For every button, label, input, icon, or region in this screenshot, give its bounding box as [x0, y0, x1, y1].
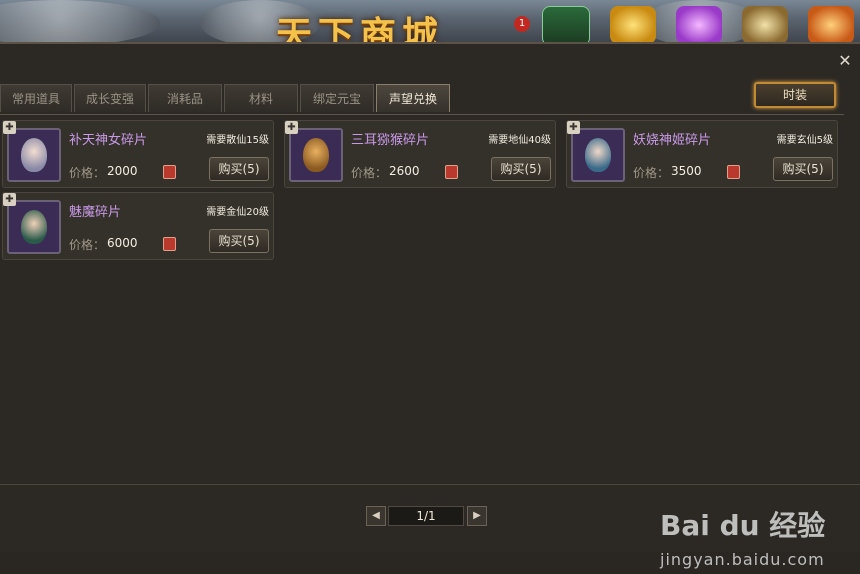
item-portrait[interactable]	[7, 200, 61, 254]
item-portrait[interactable]	[289, 128, 343, 182]
item-requirement: 需要散仙15级	[206, 135, 269, 146]
character-face-icon	[303, 138, 329, 172]
item-name: 魅魔碎片	[69, 205, 122, 220]
gold-ingot-icon[interactable]	[610, 6, 656, 44]
watermark-url: jingyan.baidu.com	[660, 550, 825, 569]
item-portrait[interactable]	[7, 128, 61, 182]
fragment-icon: ✚	[3, 193, 16, 206]
buy-button[interactable]: 购买(5)	[209, 229, 269, 253]
baidu-watermark: Bai du 经验 jingyan.baidu.com	[656, 504, 852, 574]
shop-item: ✚ 三耳猕猴碎片 需要地仙40级 价格： 2600 购买(5)	[284, 120, 556, 188]
item-price: 6000	[107, 236, 138, 250]
character-face-icon	[21, 210, 47, 244]
buy-button[interactable]: 购买(5)	[773, 157, 833, 181]
fragment-icon: ✚	[285, 121, 298, 134]
price-label: 价格：	[633, 166, 670, 180]
tab-reputation-exchange[interactable]: 声望兑换	[376, 84, 450, 112]
character-face-icon	[21, 138, 47, 172]
pager-divider	[0, 484, 860, 485]
page-indicator: 1/1	[388, 506, 464, 526]
shop-item: ✚ 魅魔碎片 需要金仙20级 价格： 6000 购买(5)	[2, 192, 274, 260]
watermark-logo: Bai du 经验	[660, 509, 826, 542]
tab-bar: 常用道具 成长变强 消耗品 材料 绑定元宝 声望兑换	[0, 84, 450, 114]
shop-banner: 天下商城 1	[0, 0, 860, 46]
item-price: 3500	[671, 164, 702, 178]
item-price: 2000	[107, 164, 138, 178]
reputation-currency-icon	[727, 165, 740, 179]
shop-title: 天下商城	[276, 14, 445, 46]
inn-icon[interactable]	[542, 6, 590, 46]
close-icon[interactable]: ✕	[838, 53, 852, 69]
item-name: 补天神女碎片	[69, 133, 148, 148]
treasure-chest-icon[interactable]	[742, 6, 788, 44]
previous-page-button[interactable]: ◀	[366, 506, 386, 526]
item-requirement: 需要地仙40级	[488, 135, 551, 146]
buy-button[interactable]: 购买(5)	[491, 157, 551, 181]
tab-consumables[interactable]: 消耗品	[148, 84, 222, 112]
reputation-currency-icon	[163, 165, 176, 179]
price-label: 价格：	[69, 238, 106, 252]
banner-decoration	[0, 0, 160, 46]
character-face-icon	[585, 138, 611, 172]
purple-gem-icon[interactable]	[676, 6, 722, 44]
shop-panel: ✕ 常用道具 成长变强 消耗品 材料 绑定元宝 声望兑换 时装 ✚ 补天神女碎片…	[0, 42, 860, 569]
gift-icon[interactable]	[808, 6, 854, 44]
shop-item: ✚ 补天神女碎片 需要散仙15级 价格： 2000 购买(5)	[2, 120, 274, 188]
next-page-button[interactable]: ▶	[467, 506, 487, 526]
shop-item: ✚ 妖娆神姬碎片 需要玄仙5级 价格： 3500 购买(5)	[566, 120, 838, 188]
item-name: 妖娆神姬碎片	[633, 133, 712, 148]
tab-divider	[0, 114, 844, 115]
tab-materials[interactable]: 材料	[224, 84, 298, 112]
tab-common-items[interactable]: 常用道具	[0, 84, 72, 112]
reputation-currency-icon	[445, 165, 458, 179]
notification-badge: 1	[514, 16, 530, 32]
buy-button[interactable]: 购买(5)	[209, 157, 269, 181]
item-name: 三耳猕猴碎片	[351, 133, 430, 148]
item-portrait[interactable]	[571, 128, 625, 182]
item-price: 2600	[389, 164, 420, 178]
reputation-currency-icon	[163, 237, 176, 251]
fragment-icon: ✚	[567, 121, 580, 134]
item-requirement: 需要玄仙5级	[776, 135, 833, 146]
price-label: 价格：	[69, 166, 106, 180]
tab-growth[interactable]: 成长变强	[74, 84, 146, 112]
fashion-button[interactable]: 时装	[754, 82, 836, 108]
item-requirement: 需要金仙20级	[206, 207, 269, 218]
fragment-icon: ✚	[3, 121, 16, 134]
price-label: 价格：	[351, 166, 388, 180]
tab-bound-ingots[interactable]: 绑定元宝	[300, 84, 374, 112]
